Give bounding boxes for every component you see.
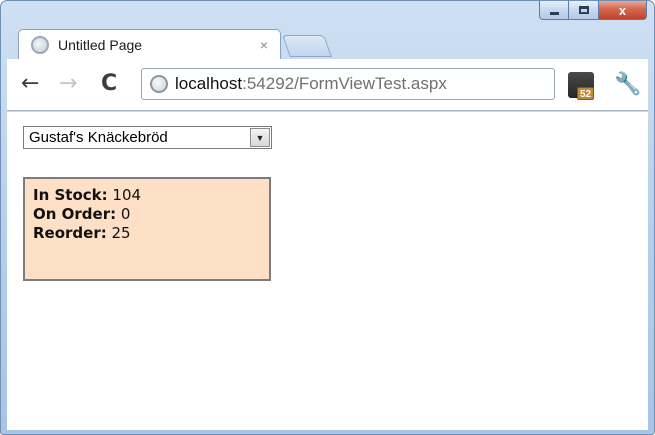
reorder-label: Reorder: xyxy=(33,224,107,242)
close-window-button[interactable]: x xyxy=(599,1,647,20)
reorder-value: 25 xyxy=(111,224,131,242)
tab-untitled-page[interactable]: Untitled Page × xyxy=(18,29,281,59)
browser-window: x Untitled Page × ← → C localhost:54292/… xyxy=(0,0,655,435)
page-info-globe-icon[interactable] xyxy=(150,75,168,93)
browser-toolbar: ← → C localhost:54292/FormViewTest.aspx … xyxy=(7,59,648,111)
minimize-button[interactable] xyxy=(539,1,569,20)
wrench-icon[interactable]: 🔧 xyxy=(614,71,641,97)
product-details-formview: In Stock: 104 On Order: 0 Reorder: 25 xyxy=(23,177,271,281)
product-dropdown[interactable]: Gustaf's Knäckebröd ▼ xyxy=(23,126,272,149)
in-stock-label: In Stock: xyxy=(33,186,108,204)
on-order-label: On Order: xyxy=(33,205,117,223)
minimize-icon xyxy=(549,11,559,15)
tab-close-icon[interactable]: × xyxy=(260,37,268,53)
on-order-row: On Order: 0 xyxy=(33,205,261,224)
back-button[interactable]: ← xyxy=(21,73,39,95)
window-caption-buttons: x xyxy=(539,1,647,21)
url-path: :54292/FormViewTest.aspx xyxy=(242,74,447,93)
product-dropdown-value: Gustaf's Knäckebröd xyxy=(29,129,168,146)
reload-button[interactable]: C xyxy=(101,73,117,95)
on-order-value: 0 xyxy=(120,205,131,223)
in-stock-row: In Stock: 104 xyxy=(33,186,261,205)
maximize-icon xyxy=(578,6,589,14)
maximize-button[interactable] xyxy=(569,1,599,20)
forward-button[interactable]: → xyxy=(59,73,77,95)
globe-icon xyxy=(31,35,49,54)
address-bar[interactable]: localhost:54292/FormViewTest.aspx xyxy=(141,68,555,100)
in-stock-value: 104 xyxy=(112,186,142,204)
close-icon: x xyxy=(618,2,627,18)
new-tab-button[interactable] xyxy=(281,35,333,57)
chevron-down-icon[interactable]: ▼ xyxy=(250,128,270,147)
extension-badge: 52 xyxy=(577,87,595,100)
url-host: localhost xyxy=(175,74,243,93)
reorder-row: Reorder: 25 xyxy=(33,224,261,243)
address-url[interactable]: localhost:54292/FormViewTest.aspx xyxy=(175,74,447,94)
tab-title: Untitled Page xyxy=(58,36,143,53)
extension-icon[interactable]: 52 xyxy=(568,72,595,100)
page-content: Gustaf's Knäckebröd ▼ In Stock: 104 On O… xyxy=(7,112,648,430)
